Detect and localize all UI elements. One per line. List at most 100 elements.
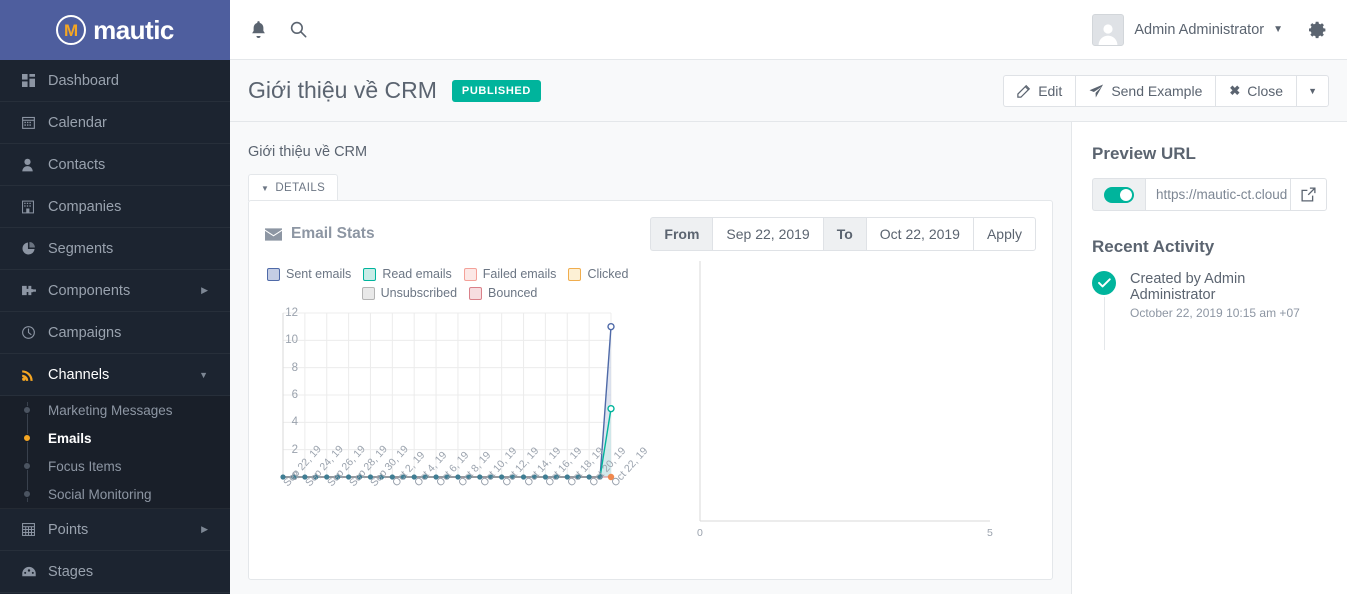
legend-row-secondary: Unsubscribed Bounced <box>263 286 636 305</box>
panel-title: Email Stats <box>265 225 375 243</box>
user-name: Admin Administrator <box>1134 21 1265 38</box>
caret-down-icon: ▼ <box>1308 85 1317 96</box>
date-range-control: From Sep 22, 2019 To Oct 22, 2019 Apply <box>650 217 1036 251</box>
page-header: Giới thiệu về CRM PUBLISHED Edit Send Ex… <box>230 60 1347 122</box>
sidebar-item-campaigns[interactable]: Campaigns <box>0 312 230 354</box>
edit-icon <box>1017 84 1031 98</box>
y-tick-label: 6 <box>291 389 298 401</box>
sidebar: M mautic Dashboard Calendar Contacts Compan… <box>0 0 230 594</box>
bell-icon[interactable] <box>238 21 278 38</box>
panel-title-label: Email Stats <box>291 225 375 242</box>
recent-activity-list: Created by Admin Administrator October 22… <box>1092 271 1327 350</box>
sidebar-item-label: Dashboard <box>48 72 119 89</box>
brand-logo[interactable]: M mautic <box>0 0 230 60</box>
sidebar-subitem-marketing-messages[interactable]: Marketing Messages <box>0 396 230 424</box>
mautic-logo-icon: M <box>56 15 87 45</box>
sidebar-item-label: Companies <box>48 198 122 215</box>
legend-item[interactable]: Sent emails <box>267 267 351 281</box>
bullet-icon <box>23 434 31 442</box>
legend-label: Failed emails <box>482 267 557 281</box>
sidebar-item-label: Campaigns <box>48 324 122 341</box>
send-example-button[interactable]: Send Example <box>1075 74 1216 107</box>
send-example-label: Send Example <box>1111 82 1203 99</box>
legend-item[interactable]: Clicked <box>568 267 628 281</box>
sidebar-subitem-social-monitoring[interactable]: Social Monitoring <box>0 480 230 508</box>
top-bar: Admin Administrator ▼ <box>230 0 1347 60</box>
channels-icon <box>22 368 48 381</box>
sidebar-item-components[interactable]: Components ▶ <box>0 270 230 312</box>
legend-swatch <box>363 267 377 281</box>
sidebar-subitem-label: Marketing Messages <box>48 402 173 418</box>
right-sidebar: Preview URL https://mautic-ct.cloud Rece… <box>1071 122 1347 594</box>
sidebar-item-label: Stages <box>48 563 94 580</box>
close-button[interactable]: ✖ Close <box>1215 74 1297 107</box>
gear-icon[interactable] <box>1291 21 1347 39</box>
campaigns-icon <box>22 326 48 339</box>
from-date-input[interactable]: Sep 22, 2019 <box>712 217 823 251</box>
activity-timestamp: October 22, 2019 10:15 am +07 <box>1130 306 1300 320</box>
app-root: M mautic Dashboard Calendar Contacts Compan… <box>0 0 1347 594</box>
page-title: Giới thiệu về CRM <box>248 77 437 103</box>
sidebar-subitem-label: Emails <box>48 430 92 446</box>
y-tick-label: 4 <box>291 416 298 429</box>
toggle-switch <box>1104 186 1134 203</box>
to-label: To <box>822 217 866 251</box>
secondary-chart-svg <box>699 261 990 522</box>
sidebar-item-contacts[interactable]: Contacts <box>0 144 230 186</box>
legend-item[interactable]: Bounced <box>469 286 537 300</box>
bullet-icon <box>23 406 31 414</box>
tab-details[interactable]: ▼ DETAILS <box>248 174 339 201</box>
sidebar-item-companies[interactable]: Companies <box>0 186 230 228</box>
sidebar-subnav-channels: Marketing Messages Emails Focus Items Socia… <box>0 396 230 509</box>
edit-button[interactable]: Edit <box>1003 74 1076 107</box>
legend-item[interactable]: Failed emails <box>463 267 557 281</box>
apply-button[interactable]: Apply <box>972 217 1036 251</box>
legend-item[interactable]: Unsubscribed <box>361 286 458 300</box>
segments-icon <box>22 242 48 255</box>
y-tick-label: 2 <box>291 443 298 456</box>
sidebar-item-segments[interactable]: Segments <box>0 228 230 270</box>
sidebar-item-dashboard[interactable]: Dashboard <box>0 60 230 102</box>
points-icon <box>22 523 48 536</box>
components-icon <box>22 284 48 297</box>
sidebar-subitem-emails[interactable]: Emails <box>0 424 230 452</box>
sidebar-item-stages[interactable]: Stages <box>0 551 230 593</box>
email-stats-panel: Email Stats From Sep 22, 2019 To Oct 22,… <box>248 200 1053 580</box>
more-actions-button[interactable]: ▼ <box>1296 74 1329 107</box>
legend-label: Unsubscribed <box>380 286 458 300</box>
sidebar-item-channels[interactable]: Channels ▼ <box>0 354 230 396</box>
y-tick-label: 8 <box>291 361 298 374</box>
chart-legend: Sent emails Read emails Failed emails Click… <box>257 259 642 305</box>
brand-name: mautic <box>93 14 174 45</box>
header-actions: Edit Send Example ✖ Close ▼ <box>1003 74 1329 107</box>
search-icon[interactable] <box>278 21 318 38</box>
to-date-input[interactable]: Oct 22, 2019 <box>865 217 973 251</box>
legend-label: Clicked <box>587 267 629 281</box>
from-label: From <box>650 217 713 251</box>
caret-down-icon: ▼ <box>261 183 270 193</box>
y-tick-label: 10 <box>285 334 298 347</box>
email-stats-chart: Sent emails Read emails Failed emails Click… <box>257 259 650 556</box>
charts-row: Sent emails Read emails Failed emails Click… <box>249 251 1052 556</box>
sidebar-nav-bottom: Points ▶ Stages <box>0 509 230 593</box>
external-link-icon[interactable] <box>1290 178 1327 211</box>
chevron-right-icon: ▶ <box>201 285 208 295</box>
send-icon <box>1089 84 1104 98</box>
sidebar-item-calendar[interactable]: Calendar <box>0 102 230 144</box>
user-menu[interactable]: Admin Administrator ▼ <box>1092 13 1291 46</box>
calendar-icon <box>22 116 48 129</box>
envelope-icon <box>265 227 282 241</box>
preview-url-toggle[interactable] <box>1092 178 1145 211</box>
sidebar-subitem-label: Focus Items <box>48 458 122 474</box>
legend-item[interactable]: Read emails <box>363 267 452 281</box>
legend-swatch <box>463 267 477 281</box>
legend-swatch <box>568 267 582 281</box>
stages-icon <box>22 566 48 578</box>
sidebar-item-label: Components <box>48 282 131 299</box>
sidebar-item-points[interactable]: Points ▶ <box>0 509 230 551</box>
check-circle-icon <box>1092 271 1116 295</box>
preview-url-title: Preview URL <box>1092 144 1196 163</box>
sidebar-subitem-focus-items[interactable]: Focus Items <box>0 452 230 480</box>
preview-url-value[interactable]: https://mautic-ct.cloud <box>1145 178 1290 211</box>
panel-header: Email Stats From Sep 22, 2019 To Oct 22,… <box>249 201 1052 251</box>
